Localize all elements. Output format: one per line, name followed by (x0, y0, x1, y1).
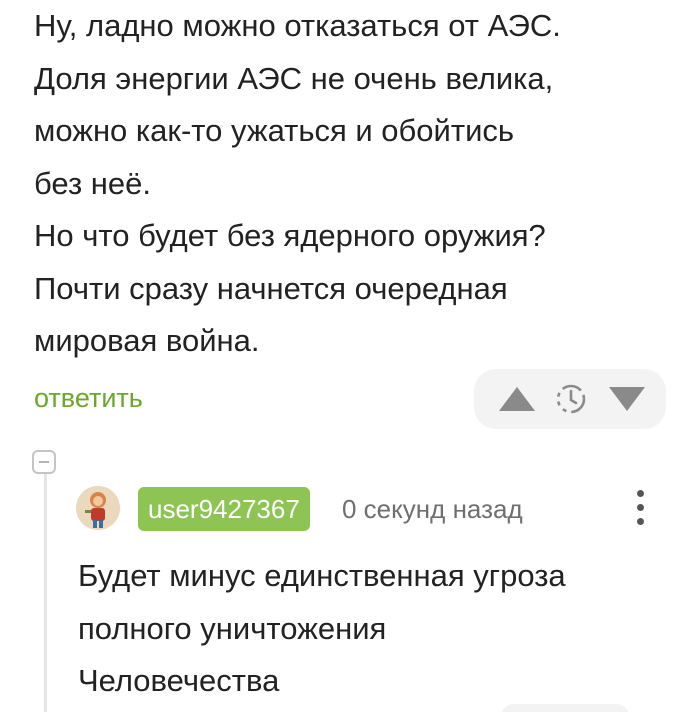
more-dots-icon (637, 490, 644, 497)
more-dots-icon (637, 518, 644, 525)
comment-thread: Ну, ладно можно отказаться от АЭС. Доля … (0, 0, 700, 712)
comment-line: Почти сразу начнется очередная (34, 270, 508, 306)
avatar-image (76, 486, 120, 530)
downvote-button[interactable] (602, 369, 652, 429)
reply-line: Человечества (78, 663, 280, 698)
reply-line: полного уничтожения (78, 610, 387, 646)
collapse-thread-button[interactable] (32, 450, 56, 474)
more-options-button[interactable] (626, 486, 656, 530)
username-badge[interactable]: user9427367 (138, 487, 310, 531)
comment-body: Ну, ладно можно отказаться от АЭС. Доля … (34, 0, 674, 368)
rating-pending-button[interactable] (546, 369, 596, 429)
reply-body: Будет минус единственная угроза полного … (78, 550, 678, 708)
upvote-button[interactable] (492, 369, 542, 429)
triangle-up-icon (499, 387, 535, 411)
thread-line[interactable] (44, 474, 47, 712)
reply-button[interactable]: ответить (34, 380, 143, 416)
vote-controls (474, 369, 666, 429)
comment-line: Ну, ладно можно отказаться от АЭС. (34, 8, 561, 43)
more-dots-icon (637, 504, 644, 511)
comment-line: мировая война. (34, 323, 260, 358)
comment-timestamp: 0 секунд назад (342, 494, 523, 524)
reply-line: Будет минус единственная угроза (78, 558, 566, 593)
next-vote-controls (500, 704, 630, 712)
avatar[interactable] (76, 486, 120, 530)
comment-line: без неё. (34, 165, 152, 201)
comment-line: Доля энергии АЭС не очень велика, (34, 60, 554, 96)
clock-dashed-icon (556, 384, 586, 414)
triangle-down-icon (609, 387, 645, 411)
comment-line: можно как-то ужаться и обойтись (34, 113, 515, 148)
comment-line: Но что будет без ядерного оружия? (34, 218, 546, 253)
